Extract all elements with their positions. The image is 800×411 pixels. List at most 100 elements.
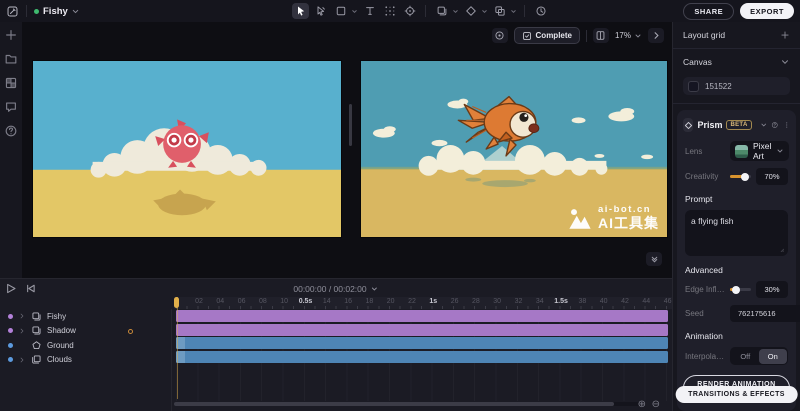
ruler-label: 26 bbox=[444, 298, 466, 305]
share-button[interactable]: SHARE bbox=[683, 3, 734, 20]
edge-influence-slider[interactable] bbox=[730, 288, 751, 291]
transport-controls bbox=[4, 282, 37, 295]
keyframe-indicator[interactable] bbox=[128, 329, 133, 334]
creativity-value[interactable]: 70% bbox=[756, 168, 788, 185]
timeline-scrollbar[interactable] bbox=[174, 402, 640, 406]
project-menu-chevron-icon[interactable] bbox=[71, 7, 80, 16]
pages-button[interactable] bbox=[593, 28, 609, 43]
creativity-slider[interactable] bbox=[730, 175, 751, 178]
next-button[interactable] bbox=[648, 28, 664, 43]
seed-input[interactable] bbox=[730, 305, 800, 322]
shape-tool-button[interactable] bbox=[332, 3, 349, 19]
scrollbar-handle[interactable] bbox=[174, 402, 614, 406]
chevron-down-icon bbox=[371, 285, 379, 293]
prompt-input[interactable]: a flying fish bbox=[685, 210, 788, 256]
playhead-handle[interactable] bbox=[174, 297, 179, 308]
frame-1[interactable] bbox=[32, 60, 342, 238]
ruler-label: 06 bbox=[231, 298, 253, 305]
app-root: Fishy SHARE EXPORT Complete 17% bbox=[0, 0, 800, 411]
export-button[interactable]: EXPORT bbox=[740, 3, 794, 19]
ruler-label: 46 bbox=[657, 298, 672, 305]
pentagon-icon bbox=[31, 340, 42, 351]
track-ground[interactable] bbox=[176, 337, 668, 349]
skip-to-start-button[interactable] bbox=[24, 282, 37, 295]
edge-influence-row: Edge Influe... 30% bbox=[685, 281, 788, 298]
creativity-row: Creativity 70% bbox=[685, 168, 788, 185]
timeline-zoom-in-button[interactable]: ⊕ bbox=[638, 400, 646, 410]
canvas-color-value: 151522 bbox=[705, 82, 732, 91]
comments-button[interactable] bbox=[4, 100, 18, 114]
help-button[interactable] bbox=[4, 124, 18, 138]
timeline-zoom-out-button[interactable]: ⊖ bbox=[652, 400, 660, 410]
track-fishy[interactable] bbox=[176, 310, 668, 322]
expand-chevron-icon[interactable] bbox=[18, 327, 26, 335]
diamond-icon bbox=[465, 5, 477, 17]
focus-tool-button[interactable] bbox=[401, 3, 418, 19]
canvas-area[interactable]: Complete 17% bbox=[22, 22, 672, 278]
text-tool-button[interactable] bbox=[361, 3, 378, 19]
track-clouds[interactable] bbox=[176, 351, 668, 363]
effects-tool-button[interactable] bbox=[462, 3, 479, 19]
ruler-label: 04 bbox=[209, 298, 231, 305]
canvas-color-swatch[interactable] bbox=[688, 81, 699, 92]
ruler-label: 1.5s bbox=[550, 298, 572, 305]
play-button[interactable] bbox=[4, 282, 17, 295]
kebab-menu-icon[interactable] bbox=[783, 120, 790, 130]
expand-chevron-icon[interactable] bbox=[18, 312, 26, 320]
prompt-value: a flying fish bbox=[691, 216, 734, 226]
assets-button[interactable] bbox=[4, 76, 18, 90]
ruler-label: 22 bbox=[401, 298, 423, 305]
ruler-label: 0.5s bbox=[295, 298, 317, 305]
canvas-color-input[interactable]: 151522 bbox=[683, 77, 790, 95]
ruler-label: 10 bbox=[273, 298, 295, 305]
creativity-label: Creativity bbox=[685, 172, 725, 181]
select-tool-button[interactable] bbox=[292, 3, 309, 19]
edge-influence-value[interactable]: 30% bbox=[756, 281, 788, 298]
frame-tool-button[interactable] bbox=[433, 3, 450, 19]
frame-2[interactable]: ai-bot.cn AI工具集 bbox=[360, 60, 668, 238]
chevron-down-icon[interactable] bbox=[780, 57, 790, 67]
frame-icon bbox=[31, 311, 42, 322]
layer-row-clouds[interactable]: Clouds bbox=[0, 353, 171, 368]
chevron-down-icon[interactable] bbox=[452, 8, 459, 15]
node-select-tool-button[interactable] bbox=[312, 3, 329, 19]
layer-row-ground[interactable]: Ground bbox=[0, 338, 171, 353]
transform-tool-button[interactable] bbox=[381, 3, 398, 19]
chevron-down-icon[interactable] bbox=[760, 120, 767, 130]
lens-dropdown[interactable]: Pixel Art bbox=[730, 141, 789, 161]
chevron-down-icon[interactable] bbox=[351, 8, 358, 15]
interpolation-row: Interpolation Off On bbox=[685, 347, 788, 365]
app-logo-icon[interactable] bbox=[6, 5, 19, 18]
ruler-label: 08 bbox=[252, 298, 274, 305]
layer-row-fishy[interactable]: Fishy bbox=[0, 309, 171, 324]
transitions-effects-button[interactable]: TRANSITIONS & EFFECTS bbox=[675, 386, 798, 403]
time-display[interactable]: 00:00:00 / 00:02:00 bbox=[293, 284, 378, 294]
divider bbox=[26, 5, 27, 17]
snapshot-button[interactable] bbox=[492, 28, 508, 43]
timeline-ruler[interactable]: 02040608100.5s14161820221s26283032341.5s… bbox=[174, 297, 672, 309]
help-icon[interactable] bbox=[771, 120, 778, 130]
resize-handle-icon[interactable] bbox=[778, 246, 785, 253]
add-button[interactable] bbox=[4, 28, 18, 42]
chevron-down-icon[interactable] bbox=[510, 8, 517, 15]
interpolation-off-option[interactable]: Off bbox=[732, 349, 760, 364]
canvas-section-row[interactable]: Canvas bbox=[673, 49, 800, 75]
playhead-line bbox=[177, 297, 178, 399]
collapse-panel-button[interactable] bbox=[646, 252, 662, 266]
expand-chevron-icon[interactable] bbox=[18, 356, 26, 364]
prism-header[interactable]: Prism BETA bbox=[683, 118, 790, 132]
interpolation-on-option[interactable]: On bbox=[759, 349, 787, 364]
frame-check-icon bbox=[522, 31, 532, 41]
complete-button[interactable]: Complete bbox=[514, 27, 580, 44]
layer-row-shadow[interactable]: Shadow bbox=[0, 324, 171, 339]
files-button[interactable] bbox=[4, 52, 18, 66]
zoom-control[interactable]: 17% bbox=[615, 31, 642, 40]
track-shadow[interactable] bbox=[176, 324, 668, 336]
chevron-down-icon[interactable] bbox=[481, 8, 488, 15]
mask-tool-button[interactable] bbox=[491, 3, 508, 19]
frame-divider-handle[interactable] bbox=[349, 104, 352, 146]
project-name[interactable]: Fishy bbox=[43, 6, 68, 17]
lens-label: Lens bbox=[685, 147, 725, 156]
add-layout-grid-icon[interactable] bbox=[780, 30, 790, 40]
history-tool-button[interactable] bbox=[532, 3, 549, 19]
